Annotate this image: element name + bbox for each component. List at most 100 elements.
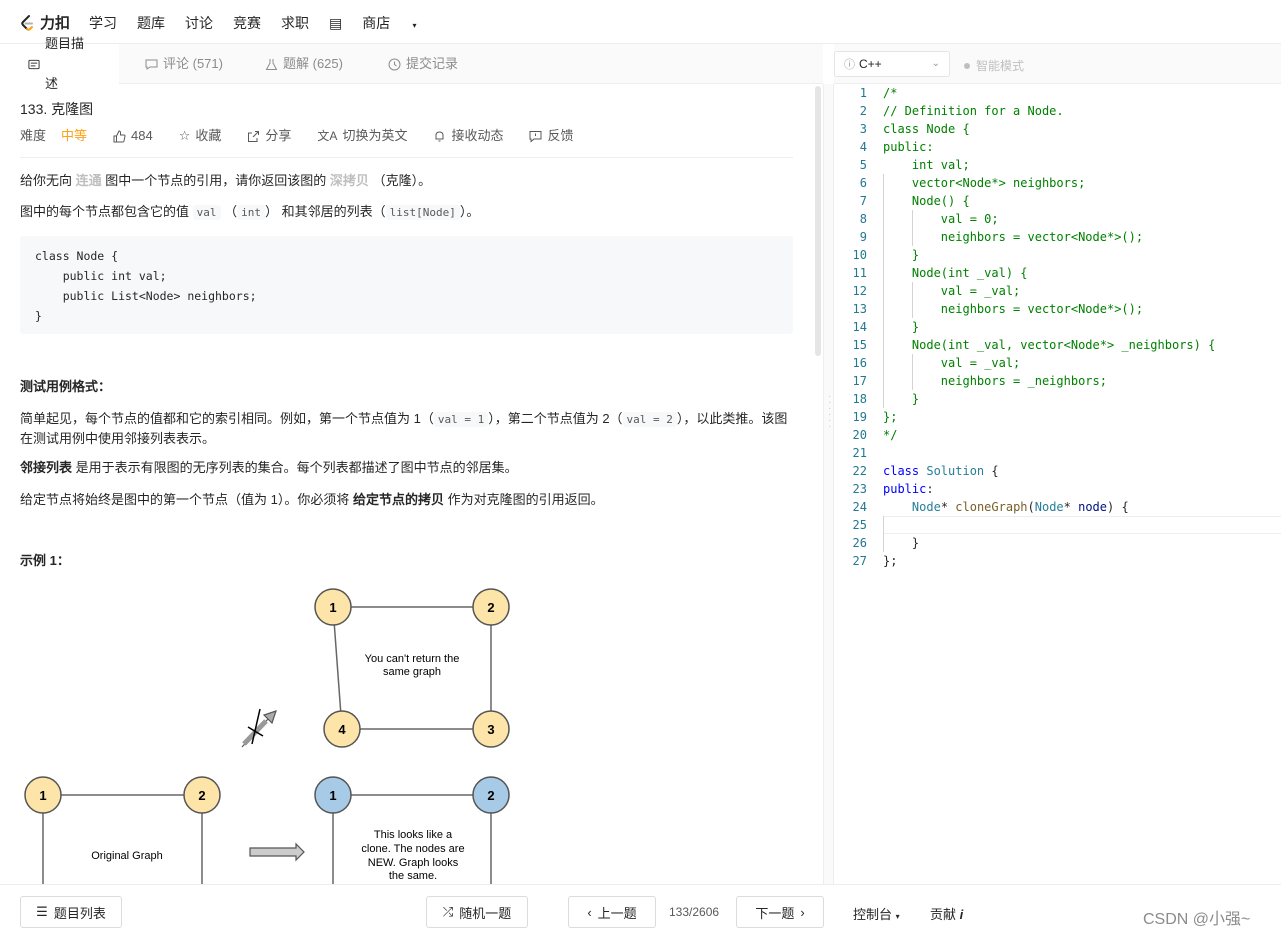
switch-language-button[interactable]: 文A 切换为英文: [317, 127, 407, 145]
text: ），第二个节点值为 2（: [488, 411, 623, 426]
bell-icon: [435, 130, 444, 141]
line-number: 7: [859, 194, 867, 208]
code-text: };: [883, 554, 898, 568]
feedback-button[interactable]: 反馈: [529, 127, 573, 145]
line-number: 13: [852, 302, 867, 316]
code-text: neighbors = _neighbors;: [883, 374, 1107, 388]
code-line[interactable]: 7 Node() {: [834, 192, 1281, 210]
code-line[interactable]: 9 neighbors = vector<Node*>();: [834, 228, 1281, 246]
random-problem-button[interactable]: ⤮ 随机一题: [426, 896, 528, 928]
code-text: vector<Node*> neighbors;: [883, 176, 1086, 190]
code-editor[interactable]: 1 /* 2 // Definition for a Node. 3 class Node…: [834, 84, 1281, 884]
code-text: }: [883, 248, 920, 262]
line-number: 1: [859, 86, 867, 100]
top-graph: 1 2 3 4 You can't return the same graph: [314, 588, 510, 748]
code-line[interactable]: 21: [834, 444, 1281, 462]
code-line[interactable]: 13 neighbors = vector<Node*>();: [834, 300, 1281, 318]
code-line[interactable]: 11 Node(int _val) {: [834, 264, 1281, 282]
nav-link-discuss[interactable]: 讨论: [185, 13, 213, 33]
inline-code: int: [237, 205, 266, 220]
clone-node-1-label: 1: [329, 788, 336, 803]
code-line[interactable]: 8 val = 0;: [834, 210, 1281, 228]
nav-link-learn[interactable]: 学习: [89, 13, 117, 33]
code-line[interactable]: 10 }: [834, 246, 1281, 264]
code-line[interactable]: 2 // Definition for a Node.: [834, 102, 1281, 120]
nav-link-contest[interactable]: 竞赛: [233, 13, 261, 33]
text: （克隆）。: [372, 173, 432, 188]
code-line[interactable]: 3 class Node {: [834, 120, 1281, 138]
difficulty-badge: 中等: [61, 128, 88, 143]
favorite-button[interactable]: ☆ 收藏: [179, 127, 222, 145]
code-line[interactable]: 23 public:: [834, 480, 1281, 498]
code-line[interactable]: 5 int val;: [834, 156, 1281, 174]
example-heading: 示例 1：: [20, 553, 70, 568]
prev-problem-button[interactable]: ‹ 上一题: [568, 896, 656, 928]
code-text: /*: [883, 86, 898, 100]
nav-link-jobs[interactable]: 求职: [281, 13, 309, 33]
code-line[interactable]: 6 vector<Node*> neighbors;: [834, 174, 1281, 192]
code-line[interactable]: 16 val = _val;: [834, 354, 1281, 372]
code-line[interactable]: 27};: [834, 552, 1281, 570]
like-button[interactable]: 484: [113, 127, 153, 145]
problem-tabbar: 题目描述 评论 (571) 题解 (625) 提交记录: [0, 36, 823, 91]
text: 是用于表示有限图的无序列表的集合。每个列表都描述了图中节点的邻居集。: [75, 460, 518, 475]
next-problem-button[interactable]: 下一题 ›: [736, 896, 824, 928]
code-text: public:: [883, 140, 934, 154]
tab-comments[interactable]: 评论 (571): [145, 44, 223, 84]
code-line[interactable]: 15 Node(int _val, vector<Node*> _neighbo…: [834, 336, 1281, 354]
tab-solutions[interactable]: 题解 (625): [265, 44, 343, 84]
notify-button[interactable]: 接收动态: [433, 127, 503, 145]
language-select[interactable]: ⓘ C++ ⌄: [834, 51, 950, 77]
inline-code: val = 2: [622, 412, 677, 427]
main-nav: 学习 题库 讨论 竞赛 求职 ▤ 商店 ▾: [89, 13, 456, 33]
node-3-label: 3: [487, 722, 494, 737]
description-scrollbar[interactable]: [815, 86, 821, 356]
code-text: val = _val;: [883, 356, 1021, 370]
share-button[interactable]: 分享: [247, 127, 291, 145]
code-line[interactable]: 22 class Solution {: [834, 462, 1281, 480]
star-icon: ☆: [178, 128, 191, 143]
tab-submissions[interactable]: 提交记录: [388, 44, 458, 84]
line-number: 18: [852, 392, 867, 406]
code-text: Node() {: [883, 194, 970, 208]
console-button[interactable]: 控制台 ▾: [853, 904, 900, 923]
code-line[interactable]: 14 }: [834, 318, 1281, 336]
bottom-bar: ☰ 题目列表 ⤮ 随机一题 ‹ 上一题 133/2606 下一题 › 控制台 ▾…: [0, 884, 1281, 937]
language-value: C++: [859, 57, 882, 71]
pane-resize-handle[interactable]: · · · · · ·: [823, 84, 834, 884]
tab-submissions-label: 提交记录: [406, 56, 459, 71]
line-number: 15: [852, 338, 867, 352]
code-text: class Node {: [883, 122, 970, 136]
code-line[interactable]: 18 }: [834, 390, 1281, 408]
contribute-button[interactable]: 贡献 i: [930, 904, 963, 923]
code-line[interactable]: 20 */: [834, 426, 1281, 444]
code-line[interactable]: 24 Node* cloneGraph(Node* node) {: [834, 498, 1281, 516]
flask-icon: [265, 58, 278, 70]
code-line[interactable]: 26 }: [834, 534, 1281, 552]
link-deep-copy[interactable]: 深拷贝: [330, 173, 369, 188]
problem-list-button[interactable]: ☰ 题目列表: [20, 896, 122, 928]
code-text: val = 0;: [883, 212, 999, 226]
smart-mode-toggle[interactable]: 智能模式: [964, 57, 1024, 74]
tab-description[interactable]: 题目描述: [0, 36, 119, 91]
nav-link-store[interactable]: ▤ 商店 ▾: [329, 13, 436, 33]
code-line[interactable]: 12 val = _val;: [834, 282, 1281, 300]
chevron-down-icon: ▾: [410, 21, 417, 30]
link-connected[interactable]: 连通: [76, 173, 102, 188]
line-number: 11: [852, 266, 867, 280]
code-block: class Node { public int val; public List…: [20, 236, 793, 334]
code-line[interactable]: 1 /*: [834, 84, 1281, 102]
line-number: 9: [859, 230, 867, 244]
line-number: 5: [859, 158, 867, 172]
code-text: }: [883, 392, 920, 406]
code-line[interactable]: 17 neighbors = _neighbors;: [834, 372, 1281, 390]
code-line[interactable]: 19};: [834, 408, 1281, 426]
text: 简单起见，每个节点的值都和它的索引相同。例如，第一个节点值为 1（: [20, 411, 434, 426]
code-line[interactable]: 25: [834, 516, 1281, 534]
comment-icon: [145, 59, 158, 70]
code-line[interactable]: 4 public:: [834, 138, 1281, 156]
description-icon: [28, 59, 40, 69]
nav-link-problemset[interactable]: 题库: [137, 13, 165, 33]
code-text: class Solution {: [883, 464, 999, 478]
line-number: 12: [852, 284, 867, 298]
